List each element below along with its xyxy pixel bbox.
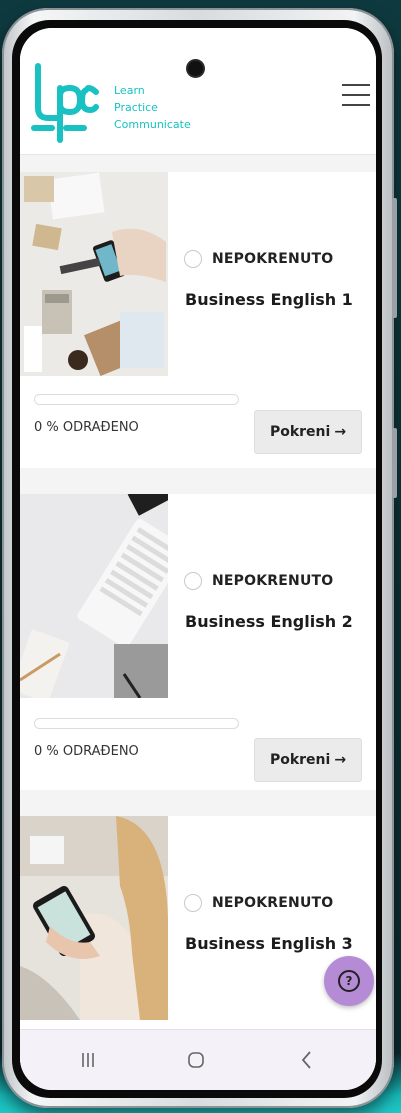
power-button — [392, 428, 397, 498]
home-nav-icon[interactable] — [176, 1046, 216, 1074]
course-progress-bar — [34, 718, 239, 729]
front-camera — [188, 61, 203, 76]
arrow-right-icon: → — [334, 752, 347, 768]
status-label: NEPOKRENUTO — [212, 251, 334, 267]
start-course-button[interactable]: Pokreni → — [254, 738, 362, 782]
course-title[interactable]: Business English 2 — [185, 612, 353, 631]
back-nav-icon[interactable] — [286, 1046, 326, 1074]
course-status: NEPOKRENUTO — [184, 894, 333, 912]
status-label: NEPOKRENUTO — [212, 895, 334, 911]
volume-button — [392, 198, 397, 318]
course-status: NEPOKRENUTO — [184, 250, 333, 268]
brand-tagline: Learn Practice Communicate — [114, 82, 191, 133]
course-thumbnail-keyboard[interactable] — [20, 494, 168, 698]
course-thumbnail-desk[interactable] — [20, 172, 168, 376]
tagline-learn: Learn — [114, 84, 145, 97]
phone-screen: Learn Practice Communicate NEPOKRENUTO B… — [20, 28, 376, 1090]
tagline-practice: Practice — [114, 101, 158, 114]
system-navigation-bar — [20, 1029, 376, 1090]
question-icon: ? — [338, 970, 360, 992]
status-label: NEPOKRENUTO — [212, 573, 334, 589]
status-radio-icon — [184, 894, 202, 912]
course-title[interactable]: Business English 1 — [185, 290, 353, 309]
lpc-logo[interactable] — [30, 62, 100, 146]
course-title[interactable]: Business English 3 — [185, 934, 353, 953]
start-button-label: Pokreni — [269, 752, 331, 768]
course-card: NEPOKRENUTO Business English 1 0 % ODRAĐ… — [20, 172, 376, 468]
progress-label: 0 % ODRAĐENO — [34, 744, 139, 759]
course-thumbnail-phone-user[interactable] — [20, 816, 168, 1020]
hamburger-menu-icon[interactable] — [342, 84, 370, 108]
phone-frame: Learn Practice Communicate NEPOKRENUTO B… — [2, 8, 397, 1108]
status-radio-icon — [184, 250, 202, 268]
help-button[interactable]: ? — [324, 956, 374, 1006]
status-radio-icon — [184, 572, 202, 590]
app-header: Learn Practice Communicate — [20, 28, 376, 155]
start-course-button[interactable]: Pokreni → — [254, 410, 362, 454]
tagline-communicate: Communicate — [114, 118, 191, 131]
progress-label: 0 % ODRAĐENO — [34, 420, 139, 435]
recents-nav-icon[interactable] — [68, 1046, 108, 1074]
course-card: NEPOKRENUTO Business English 2 0 % ODRAĐ… — [20, 494, 376, 790]
course-progress-bar — [34, 394, 239, 405]
course-status: NEPOKRENUTO — [184, 572, 333, 590]
arrow-right-icon: → — [334, 424, 347, 440]
start-button-label: Pokreni — [269, 424, 331, 440]
